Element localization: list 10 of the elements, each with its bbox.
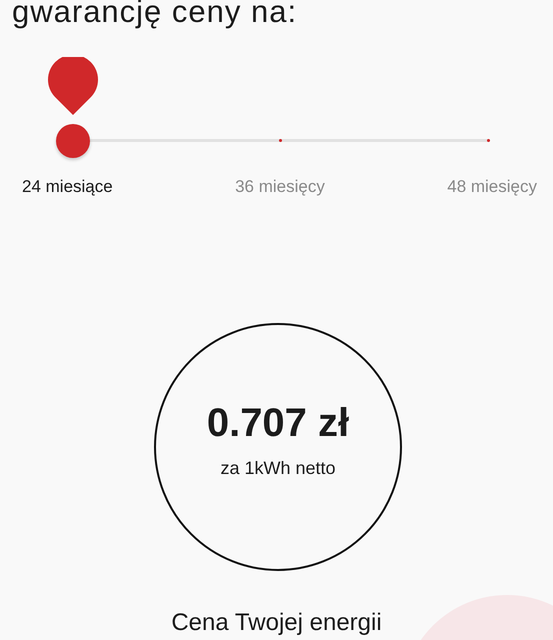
tick-mark [486,139,490,142]
slider-option-label[interactable]: 36 miesięcy [235,177,325,197]
price-unit: za 1kWh netto [220,458,336,479]
slider-option-label[interactable]: 24 miesiące [22,177,113,197]
slider-thumb[interactable] [56,124,90,158]
caption: Cena Twojej energii [171,609,382,637]
tick-mark [279,139,282,142]
slider-option-label[interactable]: 48 miesięcy [447,177,537,197]
value-pin-icon [48,56,98,114]
price-value: 0.707 zł [206,401,350,446]
